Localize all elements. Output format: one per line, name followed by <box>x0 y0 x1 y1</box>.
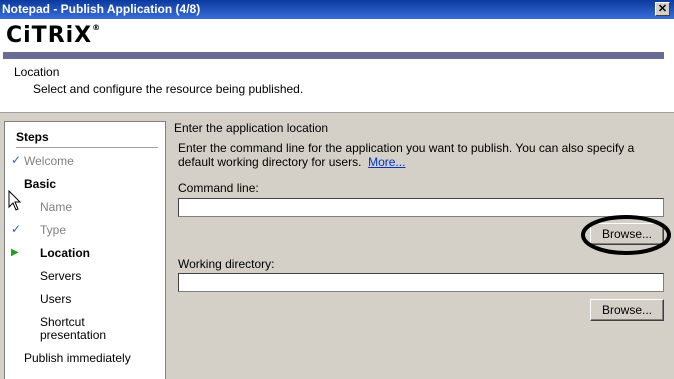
wizard-header: CiTRiX® Location Select and configure th… <box>0 19 674 113</box>
command-line-label: Command line: <box>178 181 259 195</box>
step-location[interactable]: Location <box>40 246 90 260</box>
browse-directory-button[interactable]: Browse... <box>590 299 664 321</box>
step-name[interactable]: Name <box>40 200 72 214</box>
steps-heading: Steps <box>16 130 49 144</box>
content-heading: Enter the application location <box>174 121 329 135</box>
logo-text: CiTRiX <box>6 23 93 48</box>
mouse-cursor-icon <box>8 190 22 211</box>
steps-panel: Steps ✓ Welcome Basic Name ✓ Type ▶ Loca… <box>4 121 166 379</box>
window-title: Notepad - Publish Application (4/8) <box>2 2 201 16</box>
close-icon[interactable]: ✕ <box>655 2 670 16</box>
working-directory-input[interactable] <box>178 273 664 292</box>
checkmark-icon: ✓ <box>11 153 22 167</box>
step-servers[interactable]: Servers <box>40 269 81 283</box>
checkmark-icon: ✓ <box>11 222 22 236</box>
current-step-arrow-icon: ▶ <box>11 247 19 258</box>
step-shortcut[interactable]: Shortcut <box>40 315 85 329</box>
accent-bar <box>3 52 664 59</box>
step-welcome[interactable]: Welcome <box>24 154 74 168</box>
more-link[interactable]: More... <box>368 155 405 169</box>
step-type[interactable]: Type <box>40 223 66 237</box>
step-publish-immediately[interactable]: Publish immediately <box>24 351 131 365</box>
title-bar: Notepad - Publish Application (4/8) ✕ <box>0 0 674 19</box>
citrix-logo: CiTRiX® <box>6 23 101 48</box>
description-text: Enter the command line for the applicati… <box>178 141 635 169</box>
working-directory-label: Working directory: <box>178 257 275 271</box>
step-users[interactable]: Users <box>40 292 71 306</box>
steps-divider <box>16 147 158 148</box>
page-description: Select and configure the resource being … <box>33 82 304 96</box>
content-description: Enter the command line for the applicati… <box>178 141 648 169</box>
step-group-basic: Basic <box>24 177 57 191</box>
logo-registered-mark: ® <box>92 23 102 32</box>
page-title: Location <box>14 65 60 79</box>
step-shortcut-presentation[interactable]: presentation <box>40 328 106 342</box>
annotation-circle <box>581 215 671 255</box>
